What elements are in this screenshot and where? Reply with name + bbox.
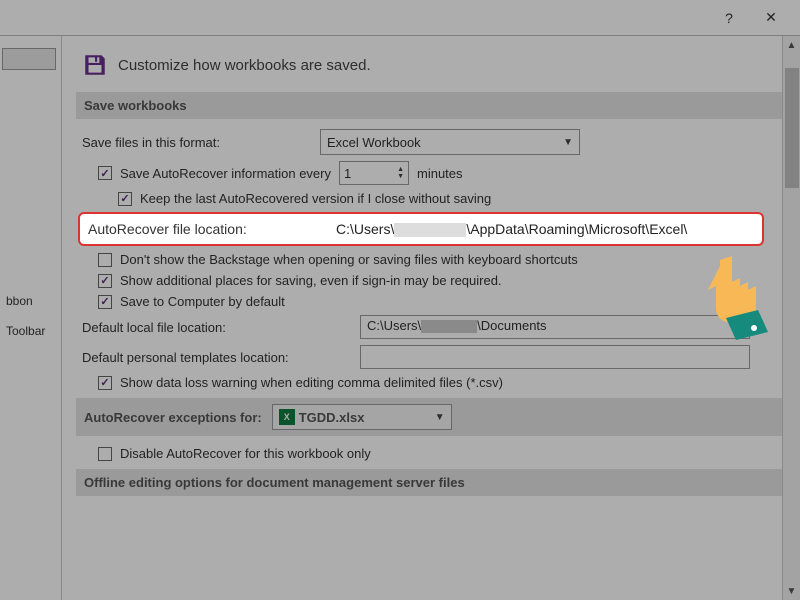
- sidebar-item-ribbon[interactable]: bbon: [0, 290, 61, 320]
- default-local-field[interactable]: C:\Users\\Documents: [360, 315, 750, 339]
- label-keep-last: Keep the last AutoRecovered version if I…: [140, 191, 491, 206]
- autorecover-minutes-value: 1: [344, 166, 351, 181]
- chevron-down-icon: ▼: [435, 412, 445, 423]
- help-button[interactable]: ?: [708, 0, 750, 36]
- checkbox-csv-warning[interactable]: [98, 376, 112, 390]
- spinner-arrows-icon: ▲▼: [397, 166, 404, 180]
- label-disable-autorecover: Disable AutoRecover for this workbook on…: [120, 446, 371, 461]
- sidebar-item-save[interactable]: [2, 48, 56, 70]
- close-button[interactable]: ✕: [750, 0, 792, 36]
- section-offline: Offline editing options for document man…: [76, 469, 786, 496]
- label-no-backstage: Don't show the Backstage when opening or…: [120, 252, 578, 267]
- format-value: Excel Workbook: [327, 135, 421, 150]
- label-autorecover-location: AutoRecover file location:: [88, 221, 336, 237]
- label-format: Save files in this format:: [82, 135, 312, 150]
- save-icon: [82, 52, 108, 78]
- autorecover-location-row: AutoRecover file location: C:\Users\\App…: [78, 212, 764, 246]
- pointer-hand-icon: [702, 252, 774, 340]
- checkbox-no-backstage[interactable]: [98, 253, 112, 267]
- main-panel: Customize how workbooks are saved. Save …: [62, 36, 800, 600]
- label-csv-warning: Show data loss warning when editing comm…: [120, 375, 503, 390]
- checkbox-keep-last[interactable]: [118, 192, 132, 206]
- chevron-down-icon: ▼: [563, 137, 573, 148]
- label-default-templates: Default personal templates location:: [82, 350, 352, 365]
- section-autorec-exceptions: AutoRecover exceptions for: XTGDD.xlsx ▼: [76, 398, 786, 436]
- checkbox-disable-autorecover[interactable]: [98, 447, 112, 461]
- scroll-down-icon[interactable]: ▼: [783, 582, 800, 600]
- autorecover-minutes-spinner[interactable]: 1 ▲▼: [339, 161, 409, 185]
- checkbox-show-additional[interactable]: [98, 274, 112, 288]
- autorecover-location-field[interactable]: C:\Users\\AppData\Roaming\Microsoft\Exce…: [336, 221, 754, 237]
- label-save-computer: Save to Computer by default: [120, 294, 285, 309]
- excel-icon: X: [279, 409, 295, 425]
- titlebar: ? ✕: [0, 0, 800, 36]
- close-icon: ✕: [765, 9, 777, 26]
- format-dropdown[interactable]: Excel Workbook ▼: [320, 129, 580, 155]
- label-autorecover: Save AutoRecover information every: [120, 166, 331, 181]
- label-show-additional: Show additional places for saving, even …: [120, 273, 502, 288]
- scroll-up-icon[interactable]: ▲: [783, 36, 800, 54]
- page-title: Customize how workbooks are saved.: [118, 57, 371, 74]
- scroll-thumb[interactable]: [785, 68, 799, 188]
- checkbox-autorecover[interactable]: [98, 166, 112, 180]
- help-icon: ?: [725, 10, 733, 26]
- checkbox-save-computer[interactable]: [98, 295, 112, 309]
- exceptions-file-value: TGDD.xlsx: [299, 410, 365, 425]
- section-save-workbooks: Save workbooks: [76, 92, 786, 119]
- sidebar-item-toolbar[interactable]: Toolbar: [0, 320, 61, 350]
- label-minutes: minutes: [417, 166, 463, 181]
- exceptions-file-dropdown[interactable]: X TGDD.xlsx ▼: [272, 404, 452, 430]
- sidebar: bbon Toolbar: [0, 36, 62, 600]
- label-default-local: Default local file location:: [82, 320, 352, 335]
- default-templates-field[interactable]: [360, 345, 750, 369]
- scrollbar[interactable]: ▲ ▼: [782, 36, 800, 600]
